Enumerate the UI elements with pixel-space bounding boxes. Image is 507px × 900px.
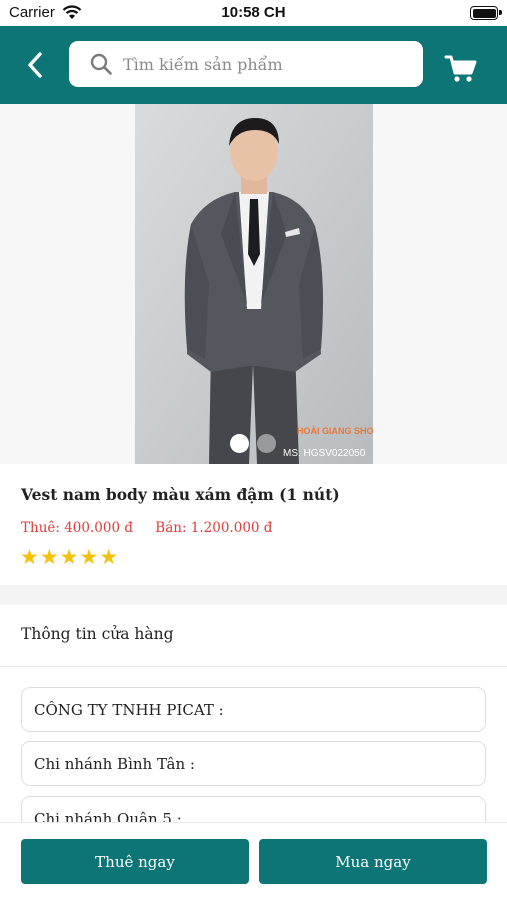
buy-now-button[interactable]: Mua ngay <box>259 839 487 884</box>
search-bar[interactable] <box>69 41 423 87</box>
star-icon: ★ <box>99 545 119 569</box>
product-photo: HOÀI GIANG SHOP <box>135 104 373 464</box>
search-input[interactable] <box>123 54 403 74</box>
branch-item-company[interactable]: CÔNG TY TNHH PICAT : <box>21 687 486 732</box>
shop-watermark: HOÀI GIANG SHOP <box>297 426 373 436</box>
rent-now-button[interactable]: Thuê ngay <box>21 839 249 884</box>
divider <box>0 666 507 667</box>
store-info-title: Thông tin cửa hàng <box>21 625 174 643</box>
nav-bar <box>0 26 507 104</box>
star-icon: ★ <box>59 545 79 569</box>
branch-label: CÔNG TY TNHH PICAT : <box>34 700 224 719</box>
image-gallery[interactable]: HOÀI GIANG SHOP <box>0 104 507 464</box>
battery-icon <box>470 6 502 20</box>
rent-price: Thuê: 400.000 đ <box>21 520 133 536</box>
bottom-action-bar: Thuê ngay Mua ngay <box>0 822 507 900</box>
search-icon <box>90 53 112 75</box>
star-icon: ★ <box>79 545 99 569</box>
back-button[interactable] <box>18 48 52 82</box>
star-icon: ★ <box>39 545 59 569</box>
page-indicator <box>230 434 276 453</box>
star-icon: ★ <box>20 545 39 569</box>
suit-model-image: HOÀI GIANG SHOP <box>135 104 373 464</box>
branch-item-binh-tan[interactable]: Chi nhánh Bình Tân : <box>21 741 486 786</box>
status-bar: Carrier 10:58 CH <box>0 0 507 26</box>
cart-button[interactable] <box>444 54 478 84</box>
price-row: Thuê: 400.000 đ Bán: 1.200.000 đ <box>21 520 290 536</box>
clock: 10:58 CH <box>221 4 286 21</box>
cart-icon <box>444 55 477 82</box>
section-divider <box>0 585 507 605</box>
product-title: Vest nam body màu xám đậm (1 nút) <box>21 485 340 504</box>
rating-stars: ★ ★ ★ ★ ★ <box>20 546 118 568</box>
page-dot-active[interactable] <box>230 434 249 453</box>
chevron-left-icon <box>28 52 42 78</box>
buy-price: Bán: 1.200.000 đ <box>155 520 273 536</box>
branch-label: Chi nhánh Bình Tân : <box>34 754 195 773</box>
image-code: MS: HGSV022050 <box>283 448 366 459</box>
page-dot[interactable] <box>257 434 276 453</box>
